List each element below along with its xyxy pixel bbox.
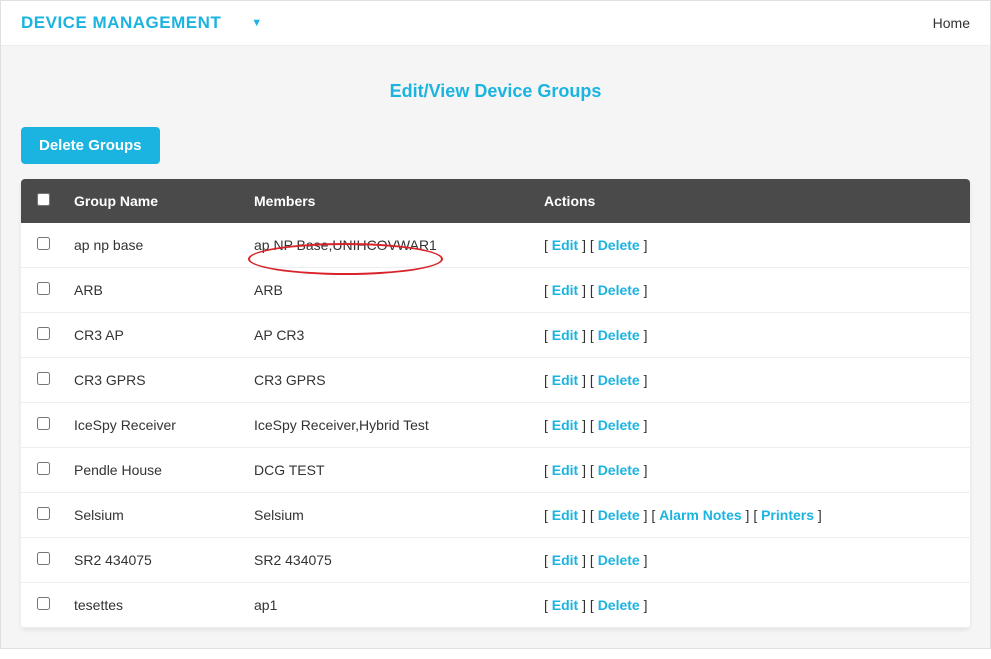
edit-link[interactable]: Edit <box>552 237 578 253</box>
group-name-cell: Selsium <box>62 493 242 538</box>
members-text: ap1 <box>254 597 277 613</box>
members-text: AP CR3 <box>254 327 304 343</box>
group-name-cell: Pendle House <box>62 448 242 493</box>
members-cell: Selsium <box>242 493 532 538</box>
row-checkbox[interactable] <box>37 462 50 475</box>
group-name-cell: SR2 434075 <box>62 538 242 583</box>
actions-cell: [ Edit ] [ Delete ] [ Alarm Notes ] [ Pr… <box>532 493 970 538</box>
group-name-cell: ap np base <box>62 223 242 268</box>
actions-cell: [ Edit ] [ Delete ] <box>532 538 970 583</box>
actions-cell: [ Edit ] [ Delete ] <box>532 403 970 448</box>
members-cell: AP CR3 <box>242 313 532 358</box>
table-row: CR3 AP AP CR3 [ Edit ] [ Delete ] <box>21 313 970 358</box>
device-groups-table: Group Name Members Actions ap np baseap … <box>21 179 970 628</box>
topbar: DEVICE MANAGEMENT ▼ Home <box>1 1 990 46</box>
header-members: Members <box>242 179 532 223</box>
edit-link[interactable]: Edit <box>552 372 578 388</box>
members-cell: ARB <box>242 268 532 313</box>
printers-link[interactable]: Printers <box>761 507 814 523</box>
delete-link[interactable]: Delete <box>598 462 640 478</box>
edit-link[interactable]: Edit <box>552 597 578 613</box>
brand-label: DEVICE MANAGEMENT <box>21 13 221 33</box>
edit-link[interactable]: Edit <box>552 507 578 523</box>
edit-link[interactable]: Edit <box>552 327 578 343</box>
header-actions: Actions <box>532 179 970 223</box>
edit-link[interactable]: Edit <box>552 462 578 478</box>
delete-link[interactable]: Delete <box>598 237 640 253</box>
delete-link[interactable]: Delete <box>598 282 640 298</box>
edit-link[interactable]: Edit <box>552 282 578 298</box>
edit-link[interactable]: Edit <box>552 552 578 568</box>
members-cell: SR2 434075 <box>242 538 532 583</box>
members-cell: DCG TEST <box>242 448 532 493</box>
table-header-row: Group Name Members Actions <box>21 179 970 223</box>
group-name-cell: CR3 AP <box>62 313 242 358</box>
content-area: Edit/View Device Groups Delete Groups Gr… <box>1 46 990 648</box>
delete-link[interactable]: Delete <box>598 597 640 613</box>
members-text: DCG TEST <box>254 462 325 478</box>
group-name-cell: IceSpy Receiver <box>62 403 242 448</box>
actions-cell: [ Edit ] [ Delete ] <box>532 583 970 628</box>
app-container: DEVICE MANAGEMENT ▼ Home Edit/View Devic… <box>0 0 991 649</box>
chevron-down-icon: ▼ <box>251 17 262 29</box>
members-cell: ap1 <box>242 583 532 628</box>
row-checkbox[interactable] <box>37 372 50 385</box>
delete-link[interactable]: Delete <box>598 507 640 523</box>
group-name-cell: tesettes <box>62 583 242 628</box>
row-checkbox[interactable] <box>37 237 50 250</box>
table-row: CR3 GPRS CR3 GPRS [ Edit ] [ Delete ] <box>21 358 970 403</box>
members-text: SR2 434075 <box>254 552 332 568</box>
members-text: Selsium <box>254 507 304 523</box>
delete-link[interactable]: Delete <box>598 372 640 388</box>
row-checkbox[interactable] <box>37 282 50 295</box>
row-checkbox[interactable] <box>37 552 50 565</box>
delete-link[interactable]: Delete <box>598 552 640 568</box>
row-checkbox[interactable] <box>37 417 50 430</box>
members-cell: CR3 GPRS <box>242 358 532 403</box>
table-row: tesettes ap1 [ Edit ] [ Delete ] <box>21 583 970 628</box>
actions-cell: [ Edit ] [ Delete ] <box>532 358 970 403</box>
row-checkbox[interactable] <box>37 597 50 610</box>
members-text: CR3 GPRS <box>254 372 326 388</box>
members-cell: ap NP Base,UNIHCOVWAR1 <box>242 223 532 268</box>
page-title: Edit/View Device Groups <box>21 66 970 127</box>
actions-cell: [ Edit ] [ Delete ] <box>532 268 970 313</box>
members-text: ARB <box>254 282 283 298</box>
home-link[interactable]: Home <box>933 15 970 31</box>
table-row: Selsium Selsium [ Edit ] [ Delete ] [ Alar… <box>21 493 970 538</box>
table-row: ARB ARB [ Edit ] [ Delete ] <box>21 268 970 313</box>
table-row: Pendle House DCG TEST [ Edit ] [ Delete ] <box>21 448 970 493</box>
header-group-name: Group Name <box>62 179 242 223</box>
actions-cell: [ Edit ] [ Delete ] <box>532 313 970 358</box>
table-row: IceSpy Receiver IceSpy Receiver,Hybrid Te… <box>21 403 970 448</box>
actions-cell: [ Edit ] [ Delete ] <box>532 223 970 268</box>
table-row: ap np base ap NP Base,UNIHCOVWAR1 [ Edit ]… <box>21 223 970 268</box>
actions-cell: [ Edit ] [ Delete ] <box>532 448 970 493</box>
edit-link[interactable]: Edit <box>552 417 578 433</box>
group-name-cell: CR3 GPRS <box>62 358 242 403</box>
group-name-cell: ARB <box>62 268 242 313</box>
row-checkbox[interactable] <box>37 507 50 520</box>
members-text: IceSpy Receiver,Hybrid Test <box>254 417 429 433</box>
delete-link[interactable]: Delete <box>598 327 640 343</box>
delete-groups-button[interactable]: Delete Groups <box>21 127 160 164</box>
brand-dropdown[interactable]: DEVICE MANAGEMENT ▼ <box>21 13 263 33</box>
alarm-notes-link[interactable]: Alarm Notes <box>659 507 741 523</box>
row-checkbox[interactable] <box>37 327 50 340</box>
delete-link[interactable]: Delete <box>598 417 640 433</box>
select-all-checkbox[interactable] <box>37 193 50 206</box>
members-cell: IceSpy Receiver,Hybrid Test <box>242 403 532 448</box>
table-row: SR2 434075 SR2 434075 [ Edit ] [ Delete ] <box>21 538 970 583</box>
members-text: ap NP Base,UNIHCOVWAR1 <box>254 237 437 253</box>
